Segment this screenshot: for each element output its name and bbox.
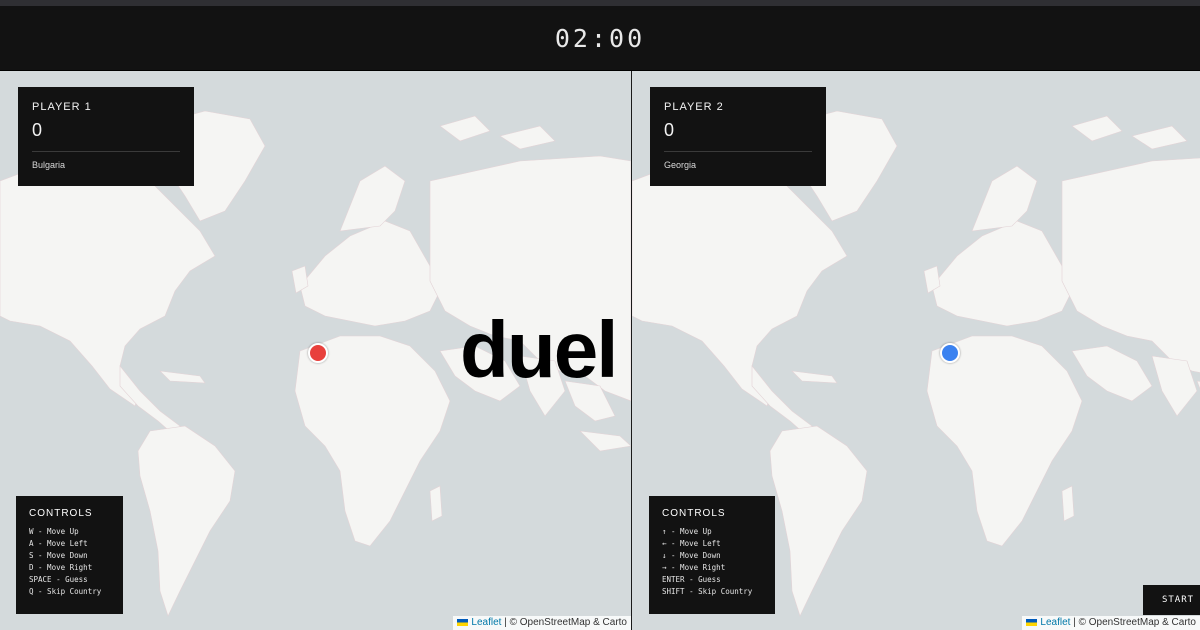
control-line: D - Move Right xyxy=(29,563,93,572)
player1-scorebox: PLAYER 1 0 Bulgaria xyxy=(18,87,194,186)
duel-logo: duel xyxy=(460,305,618,394)
map-attribution: Leaflet | © OpenStreetMap & Carto xyxy=(453,616,631,630)
control-line: → - Move Right xyxy=(662,563,726,572)
player2-score: 0 xyxy=(664,120,675,140)
player1-target-country: Bulgaria xyxy=(32,160,66,170)
control-line: Q - Skip Country xyxy=(29,587,102,596)
start-button[interactable]: START xyxy=(1143,585,1200,615)
player1-cursor-marker xyxy=(308,343,328,363)
ukraine-flag-icon xyxy=(457,619,469,626)
control-line: W - Move Up xyxy=(29,527,79,536)
player1-name: PLAYER 1 xyxy=(32,101,92,113)
player2-cursor-marker xyxy=(940,343,960,363)
attribution-text: | © OpenStreetMap & Carto xyxy=(501,617,627,628)
player2-map-panel[interactable]: PLAYER 2 0 Georgia CONTROLS ↑ - Move Up … xyxy=(632,71,1200,630)
control-line: ↓ - Move Down xyxy=(662,551,721,560)
timer-bar: 02:00 xyxy=(0,6,1200,71)
control-line: ENTER - Guess xyxy=(662,575,721,584)
player2-controls-box: CONTROLS ↑ - Move Up ← - Move Left ↓ - M… xyxy=(649,496,775,614)
player1-controls-box: CONTROLS W - Move Up A - Move Left S - M… xyxy=(16,496,123,614)
leaflet-link[interactable]: Leaflet xyxy=(1040,617,1070,628)
control-line: A - Move Left xyxy=(29,539,88,548)
control-line: ↑ - Move Up xyxy=(662,527,712,536)
ukraine-flag-icon xyxy=(1026,619,1038,626)
player2-scorebox: PLAYER 2 0 Georgia xyxy=(650,87,826,186)
map-attribution: Leaflet | © OpenStreetMap & Carto xyxy=(1022,616,1200,630)
player2-target-country: Georgia xyxy=(664,160,697,170)
countdown-timer: 02:00 xyxy=(554,23,646,53)
attribution-text: | © OpenStreetMap & Carto xyxy=(1070,617,1196,628)
control-line: SPACE - Guess xyxy=(29,575,88,584)
scorebox-divider xyxy=(32,151,180,152)
controls-title: CONTROLS xyxy=(29,508,93,519)
controls-title: CONTROLS xyxy=(662,508,726,519)
scorebox-divider xyxy=(664,151,812,152)
player1-score: 0 xyxy=(32,120,43,140)
control-line: ← - Move Left xyxy=(662,539,721,548)
control-line: SHIFT - Skip Country xyxy=(662,587,753,596)
player2-name: PLAYER 2 xyxy=(664,101,724,113)
leaflet-link[interactable]: Leaflet xyxy=(471,617,501,628)
control-line: S - Move Down xyxy=(29,551,88,560)
